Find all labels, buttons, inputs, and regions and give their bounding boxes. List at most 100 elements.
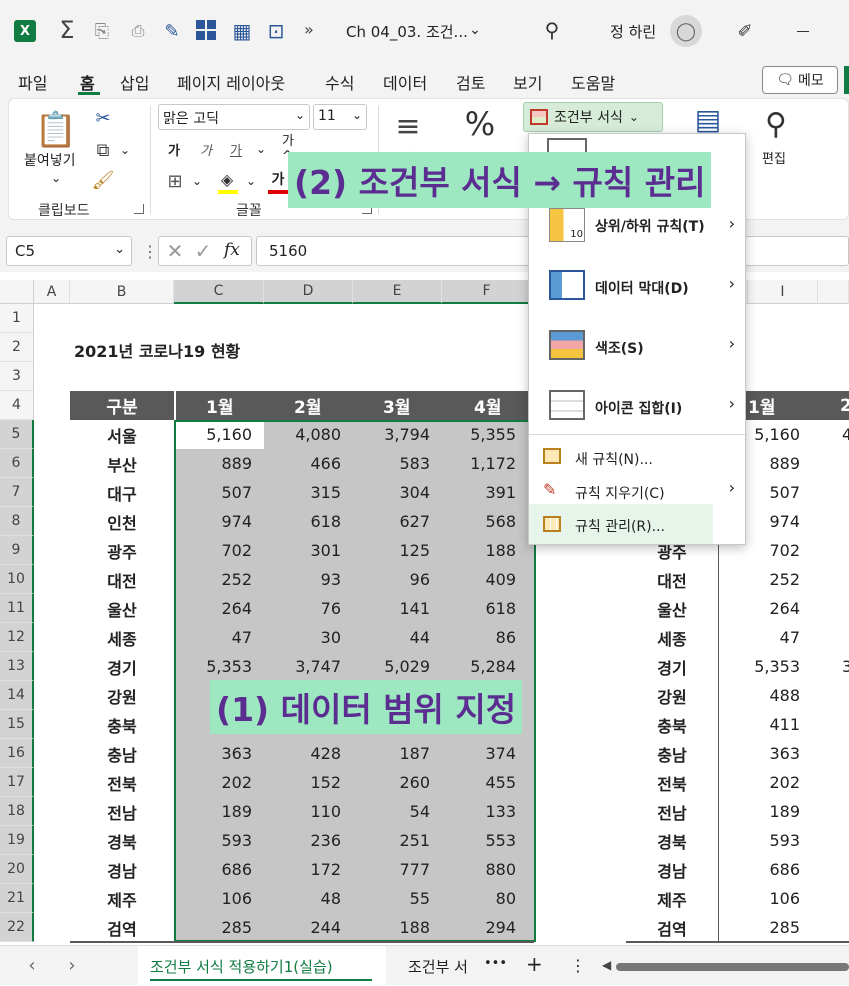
right-region-label[interactable]: 전남 [626,797,718,826]
edit-icon[interactable]: ✎ [160,18,184,44]
region-label[interactable]: 부산 [70,449,174,478]
row-header[interactable]: 17 [0,768,34,797]
row-header[interactable]: 22 [0,913,34,942]
right-data-cell[interactable]: 189 [718,797,818,826]
data-cell[interactable]: 363 [176,739,264,768]
data-cell[interactable]: 391 [442,478,528,507]
region-label[interactable]: 충남 [70,739,174,768]
insert-function-icon[interactable]: fx [224,240,240,260]
row-header[interactable]: 20 [0,855,34,884]
data-cell[interactable]: 3,794 [353,420,442,449]
bold-button[interactable]: 가 [168,140,180,159]
data-cell[interactable]: 466 [264,449,353,478]
data-cell[interactable]: 86 [442,623,528,652]
data-cell[interactable]: 5,353 [176,652,264,681]
data-cell[interactable]: 188 [353,913,442,942]
copy-icon[interactable]: ⧉ [92,138,114,162]
italic-button[interactable]: 가 [200,140,212,159]
share-button-edge[interactable] [844,66,849,94]
tab-file[interactable]: 파일 [18,70,47,94]
header-cell-jan[interactable]: 1월 [176,391,264,420]
data-cell[interactable]: 294 [442,913,528,942]
data-cell[interactable]: 260 [353,768,442,797]
data-cell[interactable]: 374 [442,739,528,768]
menu-item-new-rule[interactable]: 새 규칙(N)... [529,440,745,474]
right-region-label[interactable]: 세종 [626,623,718,652]
data-cell[interactable]: 251 [353,826,442,855]
right-region-label[interactable]: 경북 [626,826,718,855]
font-size-dropdown[interactable]: 11 ⌄ [313,104,367,130]
data-cell[interactable]: 507 [176,478,264,507]
minimize-icon[interactable] [797,31,809,32]
data-cell[interactable]: 236 [264,826,353,855]
number-format-icon[interactable]: ⎙ [126,18,150,44]
data-cell[interactable]: 889 [176,449,264,478]
right-region-label[interactable]: 충남 [626,739,718,768]
region-label[interactable]: 전남 [70,797,174,826]
data-cell[interactable]: 44 [353,623,442,652]
tab-help[interactable]: 도움말 [571,70,615,94]
data-cell[interactable]: 686 [176,855,264,884]
row-header[interactable]: 9 [0,536,34,565]
data-cell[interactable]: 5,284 [442,652,528,681]
column-header-b[interactable]: B [70,280,174,304]
format-painter-icon[interactable]: 🖌 [92,168,115,192]
search-icon[interactable]: ⚲ [540,18,564,42]
row-header[interactable]: 18 [0,797,34,826]
region-label[interactable]: 제주 [70,884,174,913]
pen-icon[interactable]: ✐ [733,18,757,44]
region-label[interactable]: 경기 [70,652,174,681]
sheet-title[interactable]: 2021년 코로나19 현황 [74,338,240,362]
row-header[interactable]: 14 [0,681,34,710]
region-label[interactable]: 대전 [70,565,174,594]
column-header-i[interactable]: I [748,280,818,304]
data-cell[interactable]: 974 [176,507,264,536]
row-header[interactable]: 4 [0,391,34,420]
row-header[interactable]: 12 [0,623,34,652]
table-icon[interactable]: ▦ [230,18,254,44]
menu-item-data-bars[interactable]: 데이터 막대(D) › [529,266,745,306]
header-cell-region[interactable]: 구분 [70,391,174,420]
data-cell[interactable]: 593 [176,826,264,855]
data-cell[interactable]: 202 [176,768,264,797]
right-data-cell[interactable]: 5,353 [718,652,818,681]
fill-color-icon[interactable]: ◈ [216,168,238,190]
column-header-f[interactable]: F [442,280,532,304]
data-cell[interactable]: 5,029 [353,652,442,681]
sheet-tab-active[interactable]: 조건부 서식 적용하기1(실습) [138,946,386,986]
region-label[interactable]: 경남 [70,855,174,884]
data-cell[interactable]: 455 [442,768,528,797]
right-data-cell[interactable]: 488 [718,681,818,710]
right-region-label[interactable]: 울산 [626,594,718,623]
conditional-format-button[interactable]: 조건부 서식 ⌄ [523,102,663,132]
chevron-down-icon[interactable]: ⌄ [244,172,258,190]
row-header[interactable]: 1 [0,304,34,333]
data-cell[interactable]: 252 [176,565,264,594]
data-cell[interactable]: 5,355 [442,420,528,449]
right-region-label[interactable]: 제주 [626,884,718,913]
row-header[interactable]: 16 [0,739,34,768]
region-label[interactable]: 충북 [70,710,174,739]
right-region-label[interactable]: 경남 [626,855,718,884]
data-cell[interactable]: 55 [353,884,442,913]
column-header-a[interactable]: A [34,280,70,304]
data-cell[interactable]: 172 [264,855,353,884]
region-label[interactable]: 광주 [70,536,174,565]
menu-item-manage-rules[interactable]: 규칙 관리(R)... [529,504,713,544]
data-cell[interactable]: 777 [353,855,442,884]
format-painter-icon[interactable]: ⎘ [90,18,114,44]
right-partial-cell[interactable]: 4 [842,420,849,449]
data-cell[interactable]: 285 [176,913,264,942]
right-data-cell[interactable]: 47 [718,623,818,652]
border-icon[interactable]: ⊞ [164,170,186,192]
header-cell-apr[interactable]: 4월 [442,391,528,420]
right-partial-cell[interactable]: 3 [842,652,849,681]
right-header-feb[interactable]: 2 [822,391,849,420]
scroll-left-icon[interactable]: ◀ [602,958,611,972]
data-cell[interactable]: 152 [264,768,353,797]
right-data-cell[interactable]: 411 [718,710,818,739]
dialog-launcher-icon[interactable] [134,204,144,214]
chevron-down-icon[interactable]: ⌄ [466,20,484,40]
data-cell[interactable]: 76 [264,594,353,623]
right-region-label[interactable]: 강원 [626,681,718,710]
